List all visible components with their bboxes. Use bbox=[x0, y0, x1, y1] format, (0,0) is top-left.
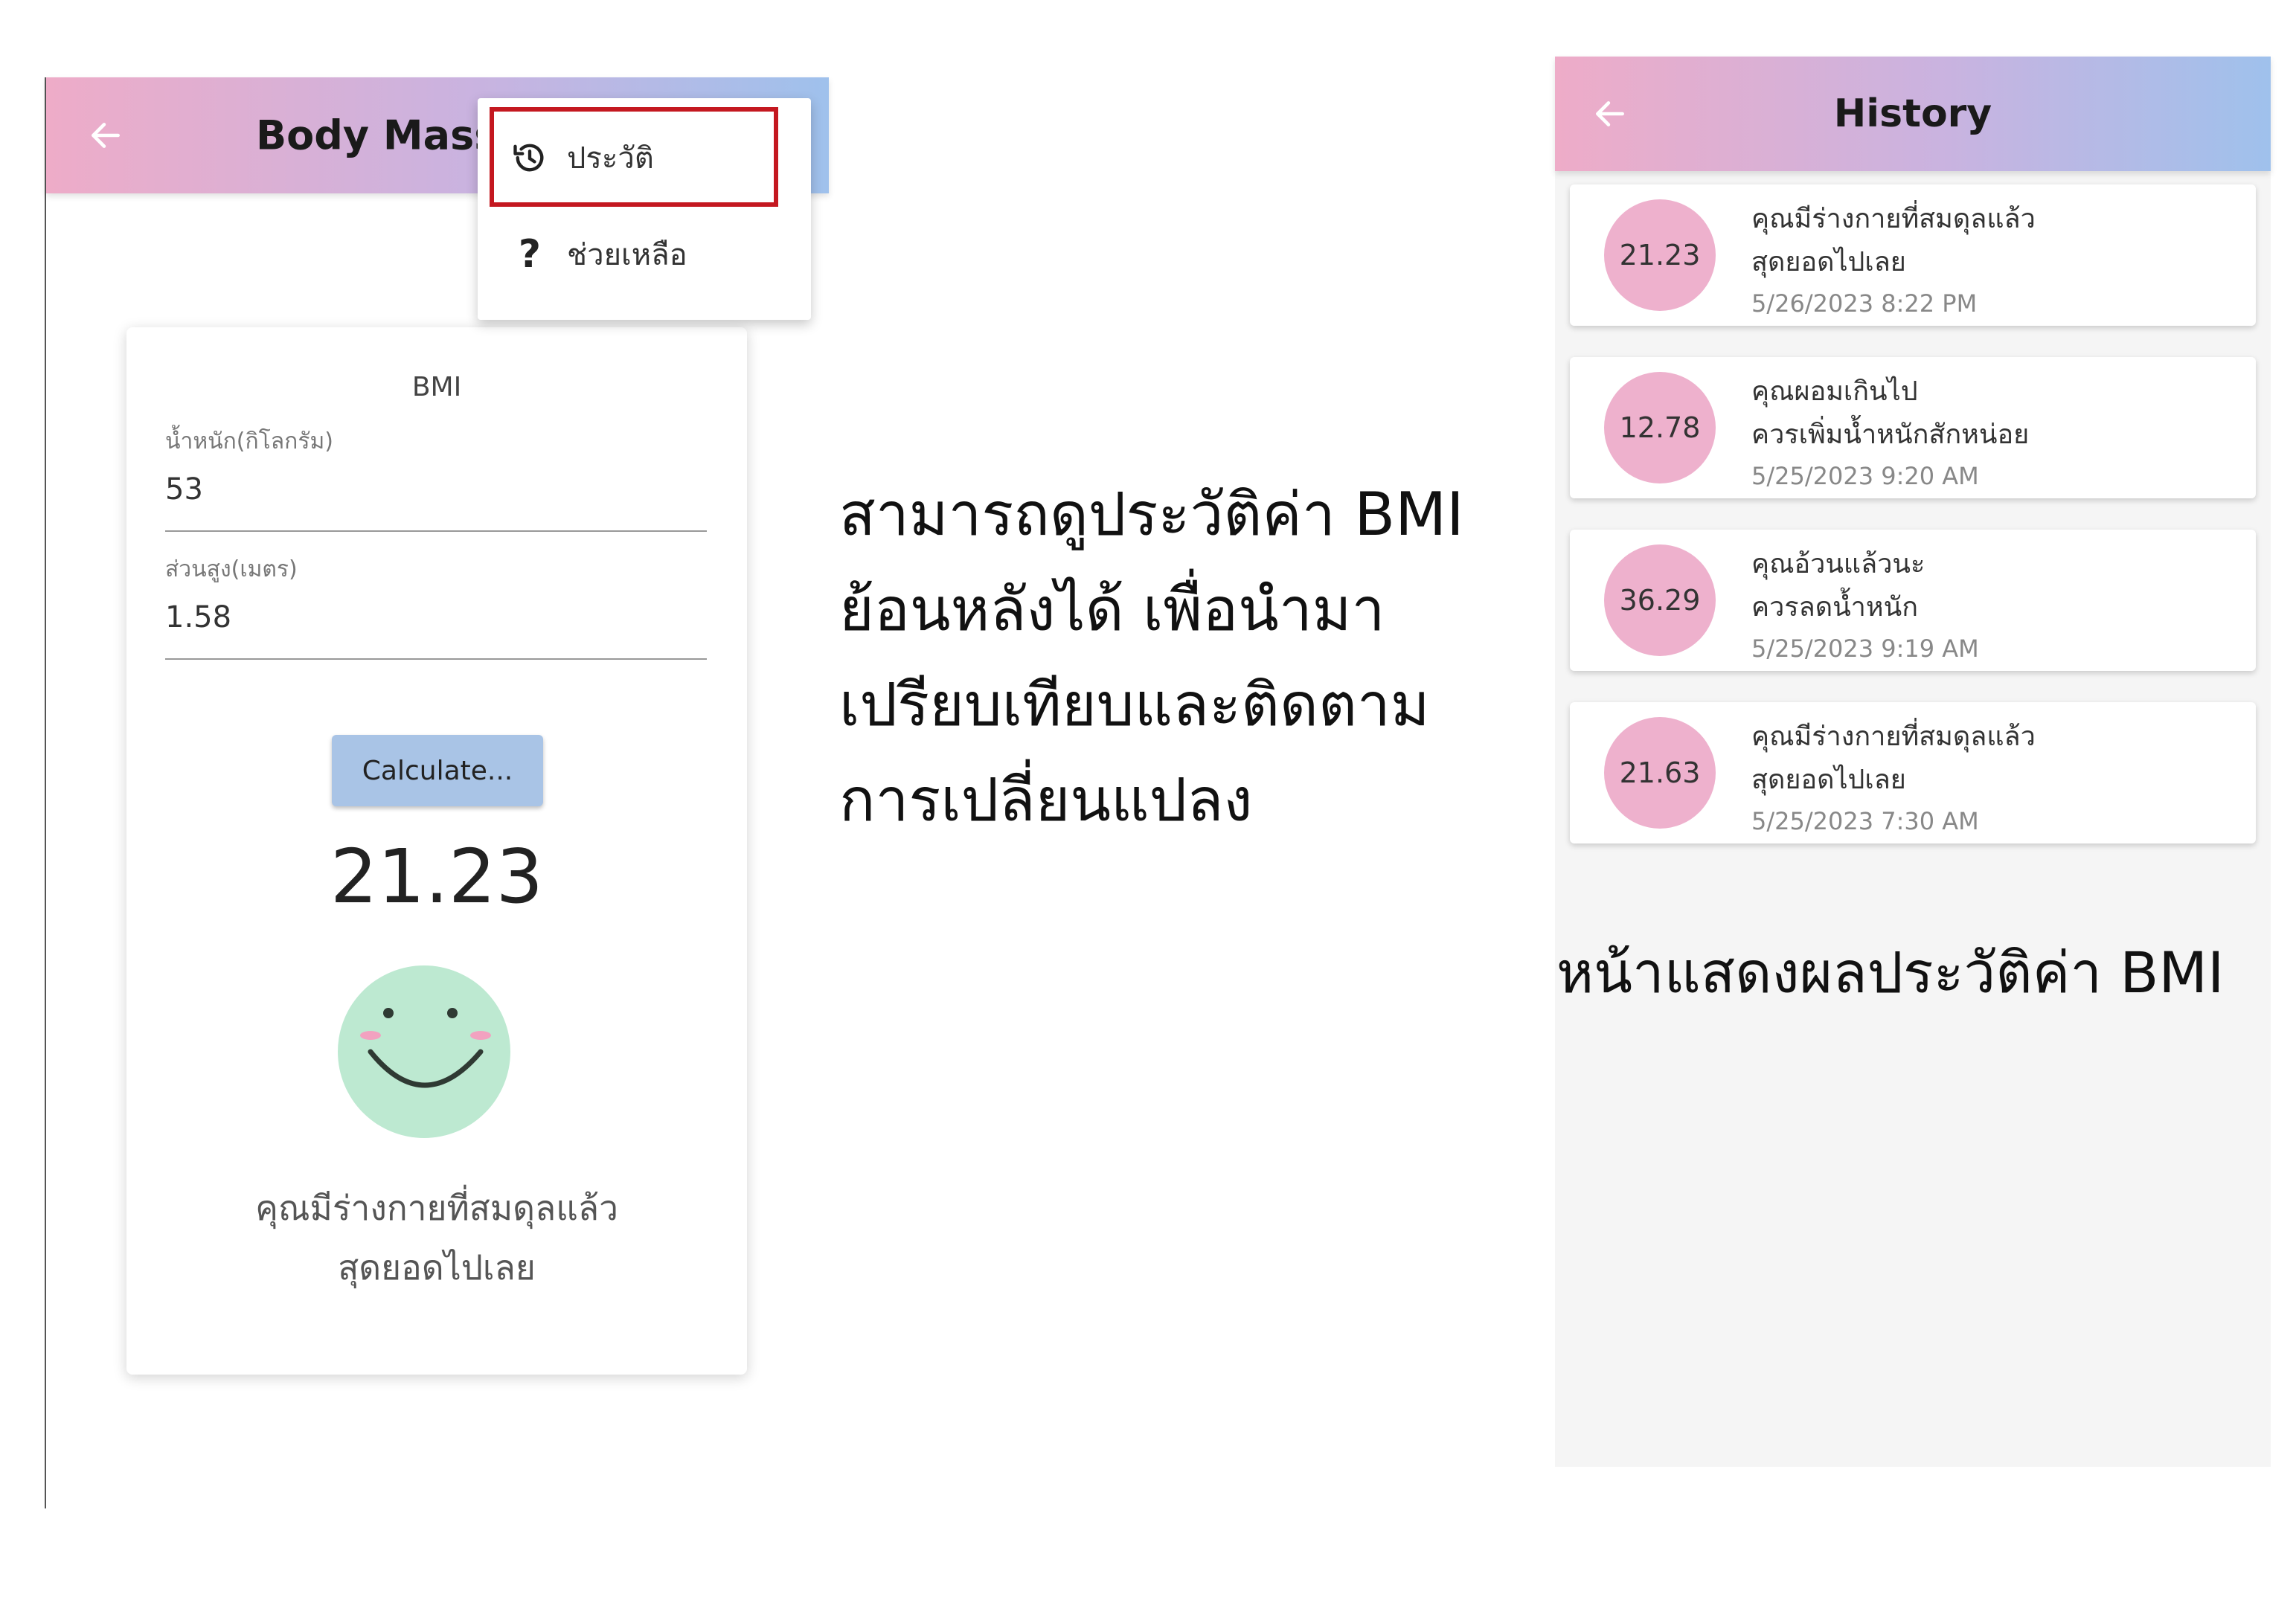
height-label: ส่วนสูง(เมตร) bbox=[165, 556, 298, 582]
history-title: History bbox=[1833, 91, 1992, 136]
bmi-card: BMI น้ำหนัก(กิโลกรัม) 53 ส่วนสูง(เมตร) 1… bbox=[126, 327, 747, 1375]
history-icon bbox=[509, 137, 551, 179]
history-list: 21.23 คุณมีร่างกายที่สมดุลแล้ว สุดยอดไปเ… bbox=[1570, 184, 2256, 875]
weight-field[interactable]: น้ำหนัก(กิโลกรัม) 53 bbox=[165, 424, 707, 532]
weight-input[interactable]: 53 bbox=[165, 472, 707, 507]
weight-underline bbox=[165, 530, 707, 532]
history-date: 5/25/2023 7:30 AM bbox=[1751, 807, 1979, 835]
history-item[interactable]: 21.23 คุณมีร่างกายที่สมดุลแล้ว สุดยอดไปเ… bbox=[1570, 184, 2256, 326]
history-advice: ควรลดน้ำหนัก bbox=[1751, 592, 1919, 623]
history-item-text: คุณมีร่างกายที่สมดุลแล้ว สุดยอดไปเลย 5/2… bbox=[1751, 198, 2241, 323]
bmi-badge: 36.29 bbox=[1604, 544, 1716, 656]
history-item-text: คุณอ้วนแล้วนะ ควรลดน้ำหนัก 5/25/2023 9:1… bbox=[1751, 543, 2241, 668]
history-status: คุณมีร่างกายที่สมดุลแล้ว bbox=[1751, 721, 2036, 752]
bmi-badge: 12.78 bbox=[1604, 372, 1716, 483]
back-button[interactable] bbox=[83, 113, 128, 158]
history-item[interactable]: 36.29 คุณอ้วนแล้วนะ ควรลดน้ำหนัก 5/25/20… bbox=[1570, 530, 2256, 671]
menu-item-help[interactable]: ? ช่วยเหลือ bbox=[478, 210, 811, 299]
history-caption: หน้าแสดงผลประวัติค่า BMI bbox=[1556, 939, 2225, 1006]
history-advice: ควรเพิ่มน้ำหนักสักหน่อย bbox=[1751, 420, 2030, 450]
result-line-2: สุดยอดไปเลย bbox=[338, 1247, 536, 1288]
result-message: คุณมีร่างกายที่สมดุลแล้ว สุดยอดไปเลย bbox=[126, 1178, 747, 1297]
history-advice: สุดยอดไปเลย bbox=[1751, 247, 1906, 277]
history-item-text: คุณมีร่างกายที่สมดุลแล้ว สุดยอดไปเลย 5/2… bbox=[1751, 716, 2241, 841]
app-title: Body Mass bbox=[256, 112, 498, 159]
height-input[interactable]: 1.58 bbox=[165, 600, 707, 634]
bmi-badge: 21.63 bbox=[1604, 717, 1716, 829]
weight-label: น้ำหนัก(กิโลกรัม) bbox=[165, 428, 333, 454]
history-date: 5/26/2023 8:22 PM bbox=[1751, 289, 1978, 318]
arrow-left-icon bbox=[1596, 101, 1624, 126]
height-field[interactable]: ส่วนสูง(เมตร) 1.58 bbox=[165, 552, 707, 660]
history-date: 5/25/2023 9:19 AM bbox=[1751, 634, 1979, 663]
menu-item-history-label: ประวัติ bbox=[567, 141, 654, 176]
arrow-left-icon bbox=[92, 123, 120, 148]
history-item[interactable]: 21.63 คุณมีร่างกายที่สมดุลแล้ว สุดยอดไปเ… bbox=[1570, 702, 2256, 843]
caption-line-3: เปรียบเทียบและติดตาม bbox=[839, 670, 1430, 739]
smiley-face-icon bbox=[338, 965, 510, 1138]
caption-line-4: การเปลี่ยนแปลง bbox=[839, 765, 1253, 835]
history-item-text: คุณผอมเกินไป ควรเพิ่มน้ำหนักสักหน่อย 5/2… bbox=[1751, 370, 2241, 495]
caption-line-2: ย้อนหลังได้ เพื่อนำมา bbox=[839, 575, 1385, 644]
overflow-menu: ประวัติ ? ช่วยเหลือ bbox=[478, 98, 811, 320]
history-status: คุณมีร่างกายที่สมดุลแล้ว bbox=[1751, 204, 2036, 234]
bmi-screen: Body Mass BMI น้ำหนัก(กิโลกรัม) 53 ส่วนส… bbox=[45, 77, 829, 1508]
history-app-bar: History bbox=[1555, 57, 2271, 171]
height-underline bbox=[165, 658, 707, 660]
history-back-button[interactable] bbox=[1588, 91, 1632, 136]
help-icon: ? bbox=[518, 232, 542, 277]
menu-item-help-label: ช่วยเหลือ bbox=[567, 238, 687, 272]
history-screen: History 21.23 คุณมีร่างกายที่สมดุลแล้ว ส… bbox=[1555, 57, 2271, 1467]
description-caption: สามารถดูประวัติค่า BMI ย้อนหลังได้ เพื่อ… bbox=[839, 467, 1553, 848]
menu-item-history[interactable]: ประวัติ bbox=[478, 113, 811, 202]
calculate-button[interactable]: Calculate... bbox=[332, 735, 543, 806]
history-date: 5/25/2023 9:20 AM bbox=[1751, 462, 1979, 490]
bmi-result-value: 21.23 bbox=[330, 833, 544, 920]
history-status: คุณอ้วนแล้วนะ bbox=[1751, 549, 1925, 579]
history-advice: สุดยอดไปเลย bbox=[1751, 765, 1906, 795]
bmi-badge: 21.23 bbox=[1604, 199, 1716, 311]
history-status: คุณผอมเกินไป bbox=[1751, 376, 1918, 407]
history-item[interactable]: 12.78 คุณผอมเกินไป ควรเพิ่มน้ำหนักสักหน่… bbox=[1570, 357, 2256, 498]
card-title: BMI bbox=[411, 372, 462, 402]
result-line-1: คุณมีร่างกายที่สมดุลแล้ว bbox=[255, 1188, 618, 1228]
caption-line-1: สามารถดูประวัติค่า BMI bbox=[839, 480, 1464, 549]
